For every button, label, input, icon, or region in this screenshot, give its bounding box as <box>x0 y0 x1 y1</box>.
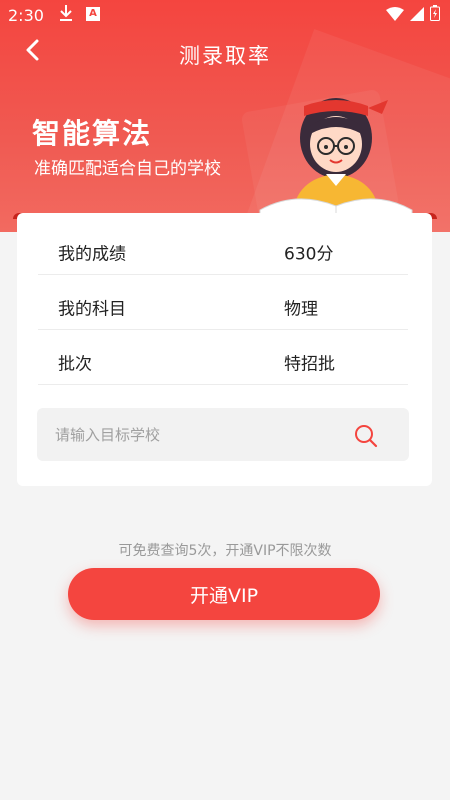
student-reading-illustration <box>259 98 413 216</box>
signal-icon <box>410 6 424 25</box>
download-icon <box>58 4 74 26</box>
score-row: 我的成绩 630分 <box>38 220 408 275</box>
hero-title: 智能算法 <box>32 117 153 150</box>
school-search-box <box>37 408 409 461</box>
status-icons <box>386 5 440 25</box>
free-query-hint: 可免费查询5次，开通VIP不限次数 <box>118 543 332 559</box>
subject-value: 物理 <box>284 299 318 320</box>
status-bar: 2:30 A <box>0 0 450 30</box>
batch-row: 批次 特招批 <box>38 330 408 385</box>
score-label: 我的成绩 <box>58 244 126 265</box>
score-value: 630分 <box>284 244 334 265</box>
batch-label: 批次 <box>58 354 92 375</box>
app-notification-icon: A <box>86 7 100 21</box>
page-title: 测录取率 <box>179 44 271 68</box>
batch-value: 特招批 <box>284 354 335 375</box>
battery-icon <box>430 5 440 25</box>
hero-subtitle: 准确匹配适合自己的学校 <box>34 159 221 179</box>
status-time: 2:30 <box>8 6 44 25</box>
wifi-icon <box>386 6 404 25</box>
subject-row: 我的科目 物理 <box>38 275 408 330</box>
open-vip-button[interactable]: 开通VIP <box>68 568 380 620</box>
subject-label: 我的科目 <box>58 299 126 320</box>
search-icon[interactable] <box>353 423 379 449</box>
school-search-input[interactable] <box>55 408 335 461</box>
